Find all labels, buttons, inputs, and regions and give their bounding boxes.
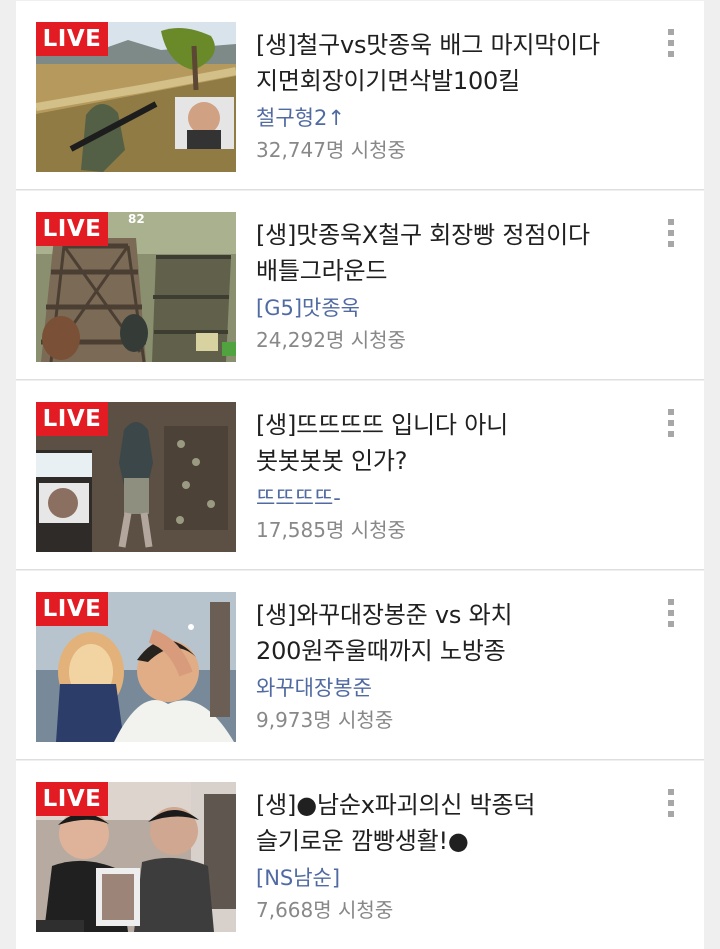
stream-card-2[interactable]: 82 LIVE [생]맛종욱X철구 회장빵 정점이다 배틀그라운드 [G5]맛종…	[16, 191, 704, 379]
viewer-count: 9,973명 시청중	[256, 708, 394, 732]
channel-name[interactable]: [G5]맛종욱	[256, 294, 360, 322]
stream-card-5[interactable]: LIVE [생]●남순x파괴의신 박종덕 슬기로운 깜빵생활!● [NS남순] …	[16, 761, 704, 949]
stream-title[interactable]: [생]와꾸대장봉준 vs 와치 200원주울때까지 노방종	[256, 597, 641, 669]
stream-thumbnail[interactable]: LIVE	[36, 592, 236, 742]
channel-name[interactable]: [NS남순]	[256, 864, 340, 892]
stream-thumbnail[interactable]: LIVE	[36, 402, 236, 552]
more-options-button[interactable]	[661, 25, 681, 63]
vertical-dots-icon	[668, 599, 674, 605]
stream-card-3[interactable]: LIVE [생]뜨뜨뜨뜨 입니다 아니 봇봇봇봇 인가? 뜨뜨뜨뜨- 17,58…	[16, 381, 704, 569]
viewer-count: 17,585명 시청중	[256, 518, 406, 542]
stream-thumbnail[interactable]: LIVE	[36, 782, 236, 932]
live-badge: LIVE	[36, 592, 108, 626]
stream-card-4[interactable]: LIVE [생]와꾸대장봉준 vs 와치 200원주울때까지 노방종 와꾸대장봉…	[16, 571, 704, 759]
stream-title[interactable]: [생]●남순x파괴의신 박종덕 슬기로운 깜빵생활!●	[256, 787, 641, 859]
stream-title[interactable]: [생]뜨뜨뜨뜨 입니다 아니 봇봇봇봇 인가?	[256, 407, 641, 479]
vertical-dots-icon	[668, 789, 674, 795]
stream-thumbnail[interactable]: 82 LIVE	[36, 212, 236, 362]
more-options-button[interactable]	[661, 595, 681, 633]
stream-thumbnail[interactable]: LIVE	[36, 22, 236, 172]
channel-name[interactable]: 와꾸대장봉준	[256, 674, 372, 702]
live-badge: LIVE	[36, 402, 108, 436]
more-options-button[interactable]	[661, 405, 681, 443]
live-badge: LIVE	[36, 212, 108, 246]
more-options-button[interactable]	[661, 785, 681, 823]
more-options-button[interactable]	[661, 215, 681, 253]
channel-name[interactable]: 철구형2↑	[256, 104, 345, 132]
stream-title[interactable]: [생]맛종욱X철구 회장빵 정점이다 배틀그라운드	[256, 217, 641, 289]
viewer-count: 7,668명 시청중	[256, 898, 394, 922]
stream-title[interactable]: [생]철구vs맛종욱 배그 마지막이다 지면회장이기면삭발100킬	[256, 27, 641, 99]
vertical-dots-icon	[668, 29, 674, 35]
viewer-count: 32,747명 시청중	[256, 138, 406, 162]
stream-card-1[interactable]: LIVE [생]철구vs맛종욱 배그 마지막이다 지면회장이기면삭발100킬 철…	[16, 1, 704, 189]
vertical-dots-icon	[668, 219, 674, 225]
thumbnail-overlay-number: 82	[128, 212, 145, 226]
live-badge: LIVE	[36, 22, 108, 56]
viewer-count: 24,292명 시청중	[256, 328, 406, 352]
live-badge: LIVE	[36, 782, 108, 816]
channel-name[interactable]: 뜨뜨뜨뜨-	[256, 484, 341, 512]
live-stream-list: LIVE [생]철구vs맛종욱 배그 마지막이다 지면회장이기면삭발100킬 철…	[0, 0, 720, 949]
vertical-dots-icon	[668, 409, 674, 415]
